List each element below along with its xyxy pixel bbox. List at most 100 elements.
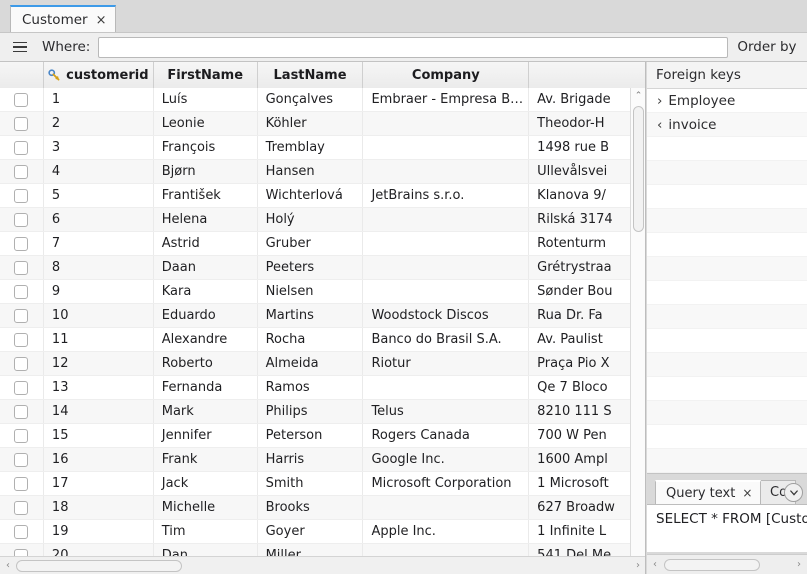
- foreign-key-item[interactable]: › Employee: [647, 89, 807, 113]
- cell-firstname[interactable]: Kara: [154, 280, 258, 303]
- cell-firstname[interactable]: Alexandre: [154, 328, 258, 351]
- column-header-select-all[interactable]: [0, 62, 44, 88]
- cell-lastname[interactable]: Brooks: [258, 496, 364, 519]
- chevron-down-icon[interactable]: [784, 483, 803, 502]
- cell-firstname[interactable]: Eduardo: [154, 304, 258, 327]
- table-row[interactable]: 3 François Tremblay 1498 rue B: [0, 136, 645, 160]
- cell-address[interactable]: 700 W Pen: [529, 424, 645, 447]
- cell-address[interactable]: 1 Infinite L: [529, 520, 645, 543]
- cell-company[interactable]: [363, 208, 530, 231]
- table-row[interactable]: 7 Astrid Gruber Rotenturm: [0, 232, 645, 256]
- column-header-address[interactable]: [529, 62, 645, 88]
- cell-firstname[interactable]: Tim: [154, 520, 258, 543]
- cell-firstname[interactable]: Leonie: [154, 112, 258, 135]
- cell-lastname[interactable]: Wichterlová: [258, 184, 364, 207]
- cell-lastname[interactable]: Ramos: [258, 376, 364, 399]
- cell-firstname[interactable]: Luís: [154, 88, 258, 111]
- cell-company[interactable]: [363, 496, 530, 519]
- cell-company[interactable]: Rogers Canada: [363, 424, 530, 447]
- table-row[interactable]: 1 Luís Gonçalves Embraer - Empresa B… Av. Br…: [0, 88, 645, 112]
- table-row[interactable]: 6 Helena Holý Rilská 3174: [0, 208, 645, 232]
- cell-address[interactable]: Praça Pio X: [529, 352, 645, 375]
- cell-address[interactable]: Qe 7 Bloco: [529, 376, 645, 399]
- cell-lastname[interactable]: Philips: [258, 400, 364, 423]
- cell-address[interactable]: Sønder Bou: [529, 280, 645, 303]
- cell-customerid[interactable]: 14: [44, 400, 154, 423]
- cell-firstname[interactable]: Frank: [154, 448, 258, 471]
- cell-lastname[interactable]: Peeters: [258, 256, 364, 279]
- cell-company[interactable]: Google Inc.: [363, 448, 530, 471]
- cell-customerid[interactable]: 18: [44, 496, 154, 519]
- cell-address[interactable]: 627 Broadw: [529, 496, 645, 519]
- cell-firstname[interactable]: Michelle: [154, 496, 258, 519]
- table-row[interactable]: 10 Eduardo Martins Woodstock Discos Rua Dr. …: [0, 304, 645, 328]
- scroll-left-icon[interactable]: ‹: [0, 557, 16, 574]
- query-text-area[interactable]: SELECT * FROM [Custo: [647, 504, 807, 552]
- tab-query-text[interactable]: Query text ×: [655, 480, 762, 504]
- row-select-checkbox[interactable]: [14, 308, 29, 323]
- order-by-label[interactable]: Order by: [737, 39, 796, 55]
- close-icon[interactable]: ×: [742, 486, 752, 500]
- query-scroll-thumb[interactable]: [664, 559, 760, 571]
- scroll-up-icon[interactable]: ⌃: [631, 88, 645, 103]
- cell-lastname[interactable]: Tremblay: [258, 136, 364, 159]
- cell-customerid[interactable]: 6: [44, 208, 154, 231]
- row-select-checkbox[interactable]: [14, 164, 29, 179]
- cell-lastname[interactable]: Almeida: [258, 352, 364, 375]
- row-select-checkbox[interactable]: [14, 524, 29, 539]
- row-select-checkbox[interactable]: [14, 188, 29, 203]
- cell-lastname[interactable]: Hansen: [258, 160, 364, 183]
- cell-lastname[interactable]: Rocha: [258, 328, 364, 351]
- cell-firstname[interactable]: Astrid: [154, 232, 258, 255]
- row-select-checkbox[interactable]: [14, 116, 29, 131]
- table-row[interactable]: 17 Jack Smith Microsoft Corporation 1 Micros…: [0, 472, 645, 496]
- table-row[interactable]: 8 Daan Peeters Grétrystraa: [0, 256, 645, 280]
- cell-address[interactable]: Av. Paulist: [529, 328, 645, 351]
- cell-company[interactable]: [363, 280, 530, 303]
- where-input[interactable]: [98, 36, 729, 58]
- cell-address[interactable]: 1 Microsoft: [529, 472, 645, 495]
- row-select-checkbox[interactable]: [14, 404, 29, 419]
- row-select-checkbox[interactable]: [14, 236, 29, 251]
- row-select-checkbox[interactable]: [14, 476, 29, 491]
- cell-lastname[interactable]: Peterson: [258, 424, 364, 447]
- row-select-checkbox[interactable]: [14, 428, 29, 443]
- cell-address[interactable]: Grétrystraa: [529, 256, 645, 279]
- cell-firstname[interactable]: Jack: [154, 472, 258, 495]
- row-select-checkbox[interactable]: [14, 380, 29, 395]
- cell-address[interactable]: Rua Dr. Fa: [529, 304, 645, 327]
- cell-company[interactable]: [363, 376, 530, 399]
- cell-customerid[interactable]: 19: [44, 520, 154, 543]
- hamburger-icon[interactable]: [6, 32, 34, 62]
- cell-company[interactable]: [363, 160, 530, 183]
- cell-customerid[interactable]: 4: [44, 160, 154, 183]
- cell-company[interactable]: Banco do Brasil S.A.: [363, 328, 530, 351]
- table-row[interactable]: 12 Roberto Almeida Riotur Praça Pio X: [0, 352, 645, 376]
- cell-company[interactable]: JetBrains s.r.o.: [363, 184, 530, 207]
- table-row[interactable]: 2 Leonie Köhler Theodor-H: [0, 112, 645, 136]
- row-select-checkbox[interactable]: [14, 356, 29, 371]
- horizontal-scroll-thumb[interactable]: [16, 560, 182, 572]
- table-row[interactable]: 13 Fernanda Ramos Qe 7 Bloco: [0, 376, 645, 400]
- cell-firstname[interactable]: Bjørn: [154, 160, 258, 183]
- cell-lastname[interactable]: Smith: [258, 472, 364, 495]
- column-header-customerid[interactable]: customerid: [43, 62, 154, 88]
- table-row[interactable]: 18 Michelle Brooks 627 Broadw: [0, 496, 645, 520]
- cell-company[interactable]: Apple Inc.: [363, 520, 530, 543]
- row-select-checkbox[interactable]: [14, 260, 29, 275]
- vertical-scroll-thumb[interactable]: [633, 106, 644, 232]
- cell-lastname[interactable]: Nielsen: [258, 280, 364, 303]
- cell-firstname[interactable]: Helena: [154, 208, 258, 231]
- column-header-firstname[interactable]: FirstName: [153, 62, 258, 88]
- column-header-company[interactable]: Company: [363, 62, 530, 88]
- cell-address[interactable]: Ullevålsvei: [529, 160, 645, 183]
- cell-customerid[interactable]: 8: [44, 256, 154, 279]
- cell-lastname[interactable]: Köhler: [258, 112, 364, 135]
- row-select-checkbox[interactable]: [14, 284, 29, 299]
- cell-customerid[interactable]: 1: [44, 88, 154, 111]
- cell-lastname[interactable]: Gonçalves: [258, 88, 364, 111]
- cell-address[interactable]: Rilská 3174: [529, 208, 645, 231]
- table-row[interactable]: 14 Mark Philips Telus 8210 111 S: [0, 400, 645, 424]
- query-horizontal-scrollbar[interactable]: ‹ ›: [647, 554, 807, 574]
- cell-company[interactable]: [363, 256, 530, 279]
